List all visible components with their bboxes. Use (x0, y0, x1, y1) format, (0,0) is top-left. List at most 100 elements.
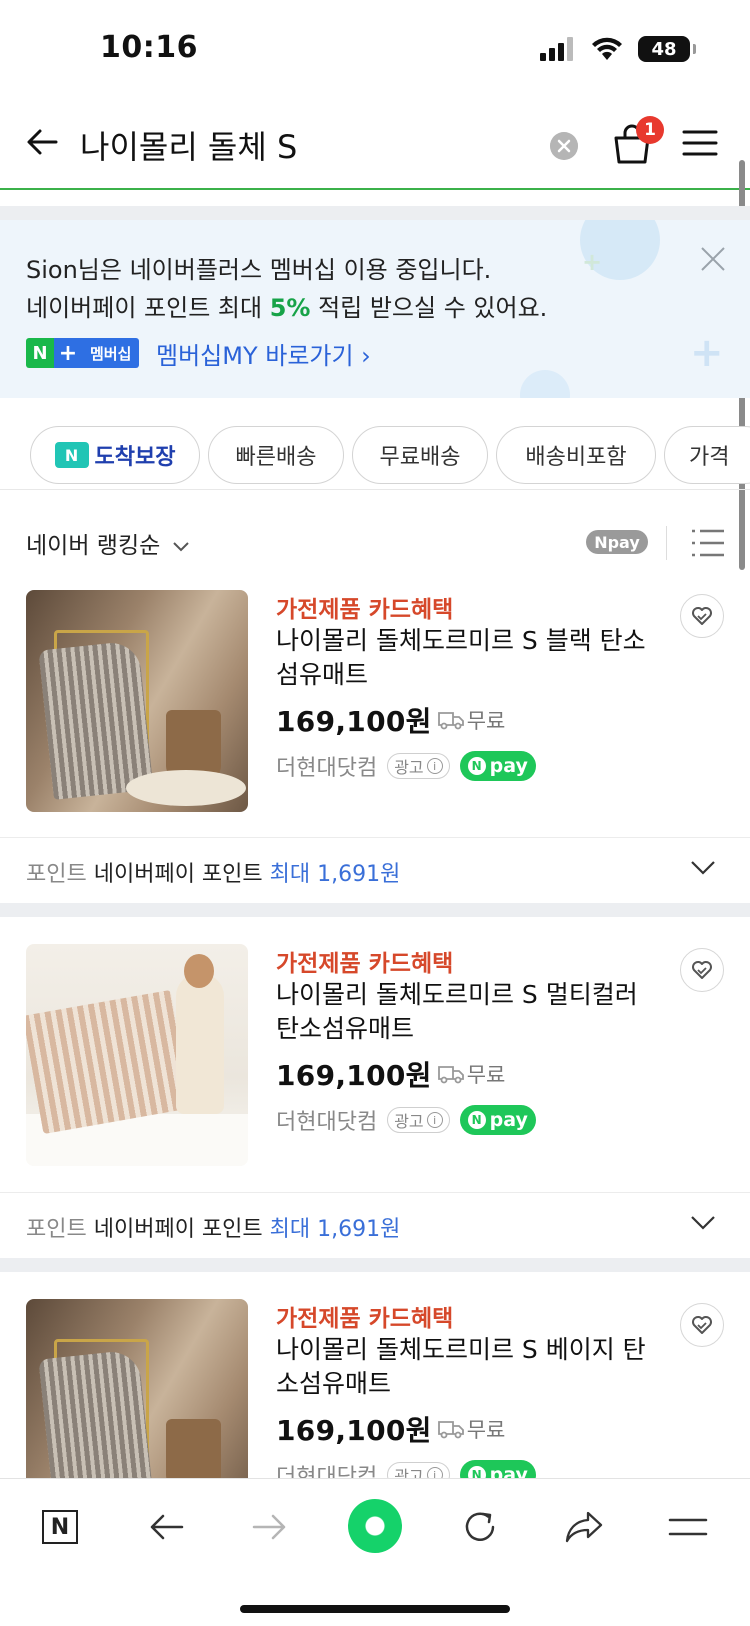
card-benefit-label: 가전제품 카드혜택 (276, 951, 454, 977)
search-header: 나이몰리 돌체 S 1 (0, 100, 750, 190)
membership-my-link[interactable]: 멤버십MY 바로가기 › (156, 336, 371, 371)
card-benefit-label: 가전제품 카드혜택 (276, 597, 454, 623)
product-card[interactable]: 가전제품 카드혜택 나이몰리 돌체도르미르 S 멀티컬러 탄소섬유매트 169,… (0, 944, 750, 1189)
points-label: 포인트 (26, 1217, 87, 1242)
delivery-truck-icon (437, 1421, 464, 1439)
forward-button[interactable] (248, 1505, 292, 1549)
chip-arrival-guarantee[interactable]: N 도착보장 (30, 426, 200, 484)
npay-label: pay (489, 1464, 528, 1479)
back-arrow-icon[interactable] (22, 122, 62, 162)
seller-name[interactable]: 더현대닷컴 (276, 1104, 377, 1136)
product-card[interactable]: 가전제품 카드혜택 나이몰리 돌체도르미르 S 블랙 탄소섬유매트 169,10… (0, 590, 750, 835)
product-title[interactable]: 나이몰리 돌체도르미르 S 베이지 탄소섬유매트 (276, 1333, 656, 1401)
product-image[interactable] (26, 1299, 248, 1479)
product-image[interactable] (26, 590, 248, 812)
wishlist-button[interactable] (680, 948, 724, 992)
close-icon[interactable] (700, 246, 726, 272)
green-dot-button[interactable] (348, 1499, 402, 1553)
refresh-button[interactable] (458, 1505, 502, 1549)
list-view-icon[interactable] (690, 528, 726, 558)
points-value: 최대 1,691원 (269, 862, 401, 887)
membership-status: 님은 네이버플러스 멤버십 이용 중입니다. (77, 256, 492, 284)
search-query[interactable]: 나이몰리 돌체 S (80, 122, 297, 168)
points-row[interactable]: 포인트 네이버페이 포인트 최대 1,691원 (0, 1192, 750, 1258)
back-arrow-icon (150, 1514, 184, 1540)
chip-free-shipping[interactable]: 무료배송 (352, 426, 488, 484)
decoration-plus-icon: + (690, 330, 724, 376)
seller-row: 더현대닷컴 광고 i Npay (276, 1104, 536, 1136)
wishlist-button[interactable] (680, 1303, 724, 1347)
product-price: 169,100원 (276, 1414, 432, 1447)
product-card[interactable]: 가전제품 카드혜택 나이몰리 돌체도르미르 S 베이지 탄소섬유매트 169,1… (0, 1299, 750, 1479)
points-value: 최대 1,691원 (269, 1217, 401, 1242)
benefit-suffix: 적립 받으실 수 있어요. (310, 294, 548, 322)
refresh-icon (465, 1512, 495, 1541)
heart-icon (692, 1316, 712, 1334)
npay-label: pay (489, 755, 528, 777)
shipping-text: 무료 (466, 1418, 506, 1442)
chip-label: 도착보장 (94, 445, 176, 470)
npay-badge: Npay (459, 751, 536, 781)
membership-benefit-text: 네이버페이 포인트 최대 5% 적립 받으실 수 있어요. (26, 288, 547, 323)
benefit-prefix: 네이버페이 포인트 최대 (26, 294, 270, 322)
share-button[interactable] (562, 1505, 606, 1549)
badge-text: 멤버십 (82, 338, 140, 368)
chevron-down-icon[interactable] (690, 1215, 716, 1231)
clear-search-icon[interactable] (550, 132, 578, 160)
price-row: 169,100원 무료 (276, 1054, 505, 1094)
chip-shipping-included[interactable]: 배송비포함 (496, 426, 656, 484)
decoration-circle (520, 370, 570, 398)
hamburger-menu-icon (668, 1518, 708, 1536)
ad-badge[interactable]: 광고 i (387, 1107, 450, 1133)
npay-filter-toggle[interactable]: Npay (586, 530, 648, 554)
product-title[interactable]: 나이몰리 돌체도르미르 S 블랙 탄소섬유매트 (276, 624, 656, 692)
naver-home-button[interactable]: N (38, 1505, 82, 1549)
chip-price[interactable]: 가격 (664, 426, 750, 484)
product-image[interactable] (26, 944, 248, 1166)
shipping-info: 무료 (437, 705, 506, 735)
heart-icon (692, 961, 712, 979)
seller-name[interactable]: 더현대닷컴 (276, 750, 377, 782)
benefit-rate: 5% (269, 294, 311, 322)
filter-chips: N 도착보장 빠른배송 무료배송 배송비포함 가격 (0, 410, 750, 490)
sort-dropdown[interactable]: 네이버 랭킹순 (26, 526, 190, 560)
sort-label: 네이버 랭킹순 (26, 533, 161, 559)
chip-fast-delivery[interactable]: 빠른배송 (208, 426, 344, 484)
points-row[interactable]: 포인트 네이버페이 포인트 최대 1,691원 (0, 837, 750, 903)
status-bar: 10:16 48 (0, 0, 750, 100)
points-description: 네이버페이 포인트 (93, 862, 263, 887)
membership-banner: + + Sion님은 네이버플러스 멤버십 이용 중입니다. 네이버페이 포인트… (0, 220, 750, 398)
naver-plus-membership-badge: N + 멤버십 (26, 338, 140, 368)
cart-count-badge: 1 (636, 116, 664, 144)
info-icon: i (426, 1112, 443, 1128)
product-title[interactable]: 나이몰리 돌체도르미르 S 멀티컬러 탄소섬유매트 (276, 978, 656, 1046)
shipping-info: 무료 (437, 1414, 506, 1444)
product-price: 169,100원 (276, 705, 432, 738)
share-icon (565, 1511, 603, 1543)
divider (666, 526, 667, 560)
seller-name[interactable]: 더현대닷컴 (276, 1459, 377, 1479)
shipping-text: 무료 (466, 709, 506, 733)
battery-level: 48 (651, 38, 677, 60)
ad-badge[interactable]: 광고 i (387, 753, 450, 779)
ad-label: 광고 (394, 1112, 424, 1131)
info-icon: i (426, 758, 443, 774)
heart-icon (692, 607, 712, 625)
npay-n-icon: N (467, 757, 486, 775)
wishlist-button[interactable] (680, 594, 724, 638)
seller-row: 더현대닷컴 광고 i Npay (276, 750, 536, 782)
npay-badge: Npay (459, 1105, 536, 1135)
hamburger-menu-icon[interactable] (682, 128, 718, 158)
home-indicator[interactable] (240, 1605, 510, 1613)
status-time: 10:16 (100, 30, 198, 65)
chevron-down-icon[interactable] (690, 860, 716, 876)
menu-button[interactable] (666, 1505, 710, 1549)
price-row: 169,100원 무료 (276, 700, 505, 740)
npay-badge: Npay (459, 1460, 536, 1479)
sort-row: 네이버 랭킹순 Npay (0, 500, 750, 584)
shipping-text: 무료 (466, 1063, 506, 1087)
ad-badge[interactable]: 광고 i (387, 1462, 450, 1479)
section-divider (0, 1258, 750, 1272)
product-price: 169,100원 (276, 1059, 432, 1092)
back-button[interactable] (144, 1505, 188, 1549)
